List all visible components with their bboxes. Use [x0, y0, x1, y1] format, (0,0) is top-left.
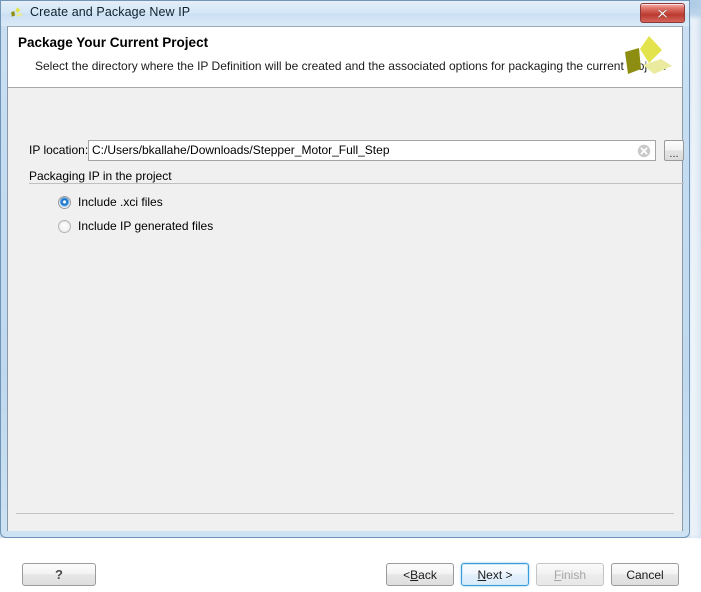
- radio-label: Include IP generated files: [78, 219, 213, 233]
- background-window-panel: [690, 18, 701, 538]
- cancel-button[interactable]: Cancel: [611, 563, 679, 586]
- radio-include-xci-files[interactable]: Include .xci files: [58, 193, 163, 211]
- finish-mnemonic: F: [554, 568, 561, 582]
- finish-label-suffix: inish: [561, 568, 586, 582]
- create-and-package-new-ip-dialog: Create and Package New IP Package Your C…: [0, 0, 690, 538]
- page-description: Select the directory where the IP Defini…: [35, 59, 666, 73]
- browse-directory-button[interactable]: ...: [664, 140, 684, 161]
- page-title: Package Your Current Project: [18, 35, 208, 50]
- window-title: Create and Package New IP: [30, 5, 190, 19]
- wizard-body: IP location: C:/Users/bkallahe/Downloads…: [8, 89, 682, 531]
- radio-include-ip-generated-files[interactable]: Include IP generated files: [58, 217, 213, 235]
- clear-icon[interactable]: [637, 144, 651, 158]
- radio-label: Include .xci files: [78, 195, 163, 209]
- help-button[interactable]: ?: [22, 563, 96, 586]
- next-button[interactable]: Next >: [461, 563, 529, 586]
- close-button[interactable]: [640, 3, 685, 23]
- next-mnemonic: N: [477, 568, 486, 582]
- wizard-footer: ? < Back Next > Finish Cancel: [8, 514, 682, 592]
- xilinx-logo: [622, 35, 674, 81]
- back-label-prefix: <: [403, 568, 410, 582]
- ip-location-label: IP location:: [29, 143, 88, 157]
- close-icon: [657, 8, 668, 19]
- wizard-header: Package Your Current Project Select the …: [8, 27, 682, 88]
- back-mnemonic: B: [410, 568, 418, 582]
- back-button[interactable]: < Back: [386, 563, 454, 586]
- radio-selected-icon: [58, 196, 71, 209]
- radio-unselected-icon: [58, 220, 71, 233]
- ip-location-value[interactable]: C:/Users/bkallahe/Downloads/Stepper_Moto…: [89, 141, 637, 160]
- xilinx-logo-icon: [9, 6, 25, 22]
- group-separator: [29, 183, 684, 184]
- window-titlebar[interactable]: Create and Package New IP: [0, 0, 690, 26]
- group-label-packaging-ip: Packaging IP in the project: [29, 169, 177, 183]
- next-label-suffix: ext >: [486, 568, 512, 582]
- dialog-client-area: Package Your Current Project Select the …: [7, 26, 683, 531]
- back-label-suffix: ack: [418, 568, 437, 582]
- ip-location-row: IP location: C:/Users/bkallahe/Downloads…: [8, 140, 682, 162]
- ip-location-input[interactable]: C:/Users/bkallahe/Downloads/Stepper_Moto…: [88, 140, 656, 161]
- finish-button: Finish: [536, 563, 604, 586]
